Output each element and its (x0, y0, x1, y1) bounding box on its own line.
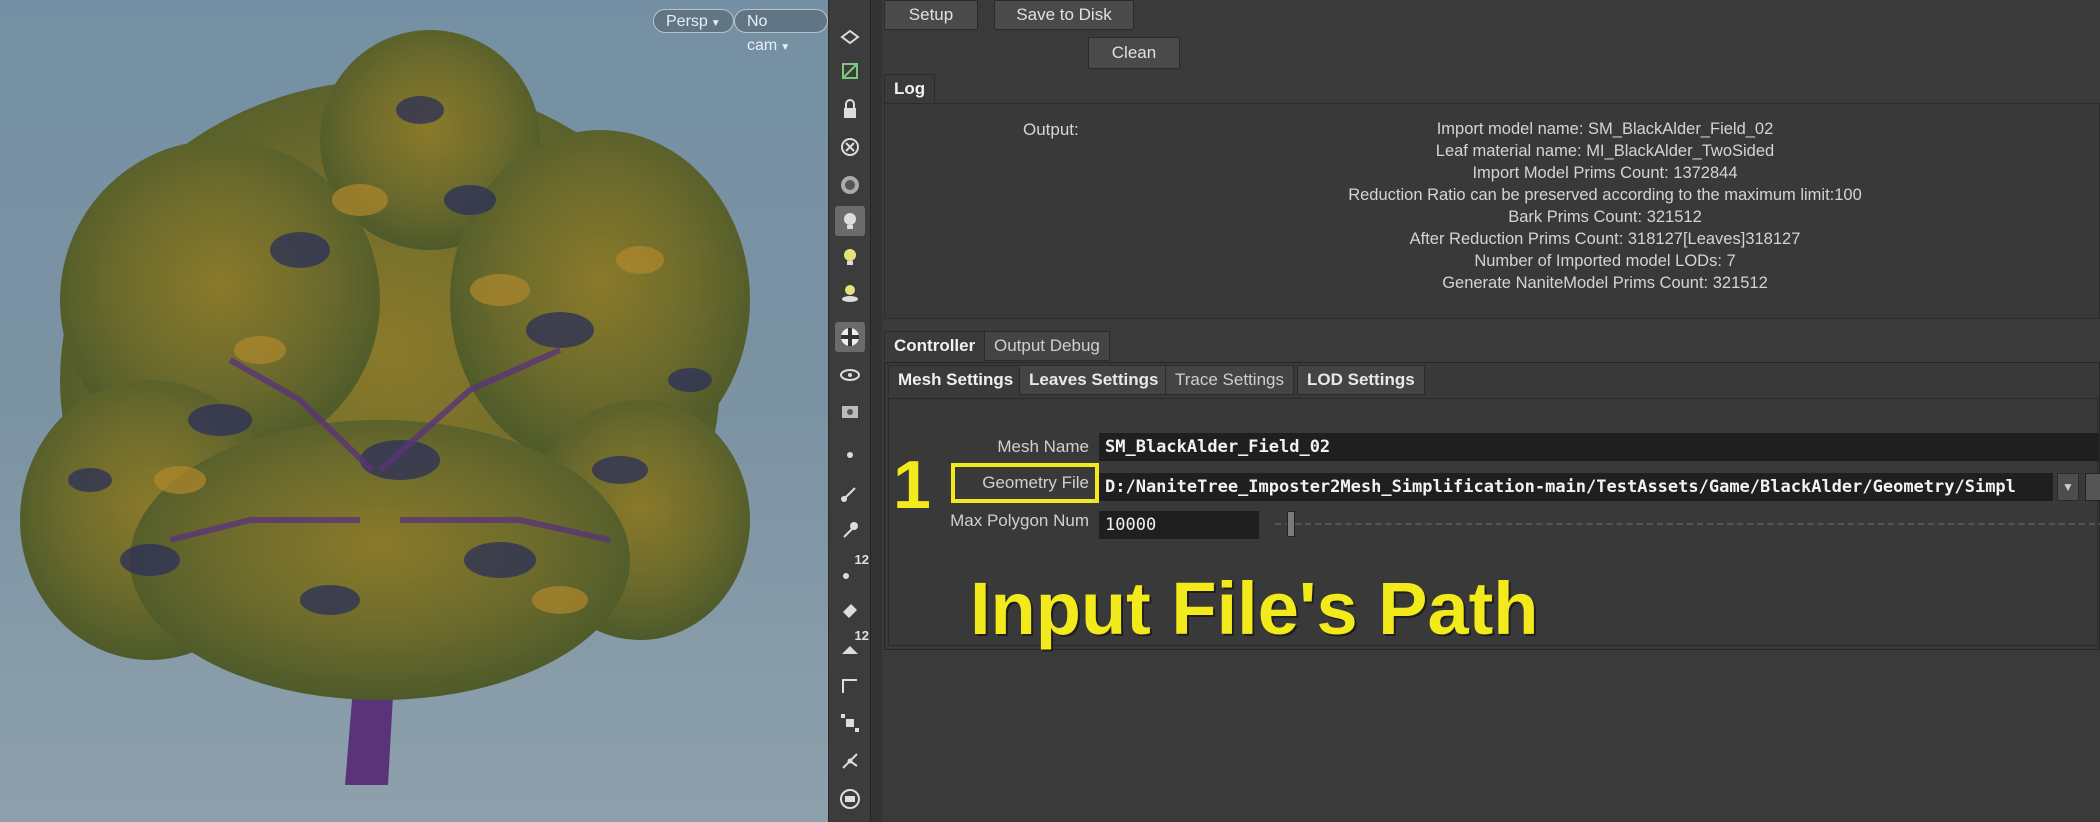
caption-annotation: Input File's Path (970, 567, 1539, 650)
log-line: Import Model Prims Count: 1372844 (1472, 164, 1738, 182)
vertex-handle-icon[interactable] (835, 746, 865, 776)
tab-trace-settings[interactable]: Trace Settings (1165, 365, 1294, 395)
paint-bucket-icon[interactable] (835, 594, 865, 624)
tab-controller[interactable]: Controller (884, 331, 986, 361)
point-number-badge: 12 (854, 552, 869, 567)
prim-number-badge: 12 (854, 628, 869, 643)
log-lines: Import model name: SM_BlackAlder_Field_0… (1235, 118, 1975, 294)
save-to-disk-button[interactable]: Save to Disk (994, 0, 1134, 30)
log-line: Bark Prims Count: 321512 (1508, 208, 1702, 226)
log-line: Leaf material name: MI_BlackAlder_TwoSid… (1435, 142, 1775, 160)
tree-model (20, 30, 750, 785)
log-line: Generate NaniteModel Prims Count: 321512 (1442, 274, 1768, 292)
tab-lod-settings[interactable]: LOD Settings (1297, 365, 1425, 395)
tab-output-debug[interactable]: Output Debug (984, 331, 1110, 361)
edge-icon[interactable] (835, 670, 865, 700)
select-object-icon[interactable] (835, 22, 865, 52)
lock-icon[interactable] (835, 94, 865, 124)
perspective-dropdown[interactable]: Persp ▼ (653, 9, 734, 33)
chevron-down-icon: ▼ (780, 42, 791, 53)
log-line: Import model name: SM_BlackAlder_Field_0… (1436, 120, 1774, 138)
log-output-box: Output: Import model name: SM_BlackAlder… (884, 103, 2100, 319)
transform-handle-icon[interactable] (835, 708, 865, 738)
tab-log[interactable]: Log (884, 74, 936, 104)
tab-leaves-settings[interactable]: Leaves Settings (1019, 365, 1169, 395)
step-number-annotation: 1 (893, 447, 931, 523)
display-geometry-icon[interactable] (835, 56, 865, 86)
chevron-down-icon[interactable]: ▼ (2057, 473, 2079, 501)
camera-dropdown[interactable]: No cam ▼ (734, 9, 828, 54)
parameter-panel: Setup Save to Disk Clean Log Output: Imp… (882, 0, 2100, 822)
max-polygon-label: Max Polygon Num (950, 511, 1089, 530)
camera-eye-icon[interactable] (835, 396, 865, 426)
geometry-file-label: Geometry File (982, 473, 1089, 492)
viewport-toolbar: 12 12 (828, 0, 871, 822)
headlight-icon[interactable] (835, 278, 865, 308)
ambient-occlusion-icon[interactable] (835, 170, 865, 200)
point-dot-icon[interactable] (835, 440, 865, 470)
prim-number-icon[interactable]: 12 (835, 628, 869, 662)
mesh-name-label: Mesh Name (997, 437, 1089, 456)
setup-button[interactable]: Setup (884, 0, 978, 30)
perspective-label: Persp (666, 13, 708, 30)
brush-icon[interactable] (835, 478, 865, 508)
max-polygon-slider-track[interactable] (1275, 523, 2100, 525)
log-line: Reduction Ratio can be preserved accordi… (1348, 186, 1862, 204)
file-browse-button[interactable] (2085, 473, 2100, 501)
point-number-icon[interactable]: 12 (835, 552, 869, 586)
light-off-icon[interactable] (835, 132, 865, 162)
screen-icon[interactable] (835, 784, 865, 814)
view-eye-icon[interactable] (835, 360, 865, 390)
light-add-icon[interactable] (835, 242, 865, 272)
mesh-name-field[interactable]: SM_BlackAlder_Field_02 (1099, 433, 2099, 461)
max-polygon-field[interactable]: 10000 (1099, 511, 1259, 539)
pin-icon[interactable] (835, 514, 865, 544)
light-bulb-icon[interactable] (835, 206, 865, 236)
output-label: Output: (1023, 120, 1079, 139)
checker-texture-icon[interactable] (835, 322, 865, 352)
geometry-file-field[interactable]: D:/NaniteTree_Imposter2Mesh_Simplificati… (1099, 473, 2053, 501)
log-line: Number of Imported model LODs: 7 (1474, 252, 1736, 270)
clean-button[interactable]: Clean (1088, 37, 1180, 69)
chevron-down-icon: ▼ (710, 18, 721, 29)
tab-mesh-settings[interactable]: Mesh Settings (888, 365, 1024, 395)
3d-viewport[interactable]: Persp ▼ No cam ▼ (0, 0, 828, 822)
log-line: After Reduction Prims Count: 318127[Leav… (1409, 230, 1801, 248)
max-polygon-slider-handle[interactable] (1287, 511, 1295, 537)
